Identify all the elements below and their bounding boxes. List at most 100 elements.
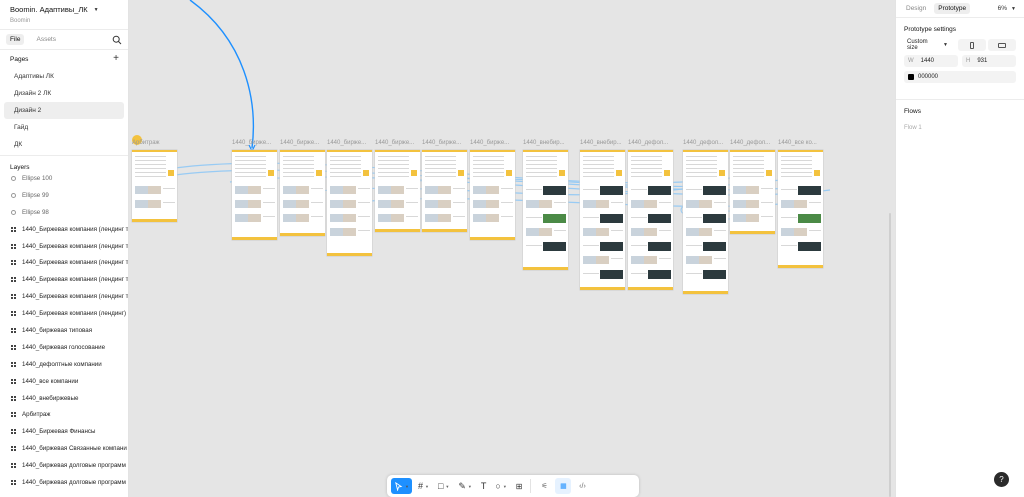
layer-item-ellipse[interactable]: Ellipse 99 [0,187,128,204]
layer-item-frame[interactable]: 1440_Биржевая компания (лендинг т [0,221,128,238]
background-color-value: 000000 [918,74,939,80]
frame-label[interactable]: 1440_внебир... [523,140,565,146]
background-color-field[interactable]: 000000 [904,71,1016,83]
pages-section: Pages + Адаптивы ЛК Дизайн 2 ЛК Дизайн 2… [0,50,128,156]
layer-item-frame[interactable]: 1440_Биржевая Финансы [0,423,128,440]
design-frame[interactable] [327,150,372,256]
layer-item-frame[interactable]: 1440_Биржевая компания (лендинг т [0,288,128,305]
design-frame[interactable] [422,150,467,232]
chevron-down-icon[interactable]: ▼ [94,7,99,13]
code-icon: ‹/› [579,482,586,490]
project-header[interactable]: Boomin. Адаптивы_ЛК ▼ Boomin [0,0,128,30]
properties-tabs: Design Prototype 6% ▼ [896,0,1024,18]
color-swatch[interactable] [908,74,914,80]
frame-icon [10,429,17,435]
pen-tool-button[interactable]: ✎ ▼ [455,478,475,494]
layer-item-frame[interactable]: 1440_биржевая долговые программ [0,474,128,491]
page-item-selected[interactable]: Дизайн 2 [4,102,124,119]
design-frame[interactable] [778,150,823,268]
tab-file[interactable]: File [6,34,25,45]
portrait-button[interactable] [958,39,986,51]
layer-label: 1440_Биржевая компания (лендинг) [22,310,127,318]
chevron-down-icon[interactable]: ▼ [468,484,472,489]
design-frame[interactable] [470,150,515,240]
frame-label[interactable]: 1440_дефол... [730,140,770,146]
frame-icon [10,412,17,418]
frame-label[interactable]: Арбитраж [132,140,160,146]
page-item[interactable]: Адаптивы ЛК [4,68,124,85]
comment-tool-button[interactable]: ○ ▼ [492,478,509,494]
page-item[interactable]: Дизайн 2 ЛК [4,85,124,102]
draw-mode-button[interactable]: ⚟ [536,478,552,494]
frame-label[interactable]: 1440_бирже... [232,140,271,146]
layer-item-frame[interactable]: 1440_Биржевая компания (лендинг т [0,254,128,271]
device-select[interactable]: Custom size ▼ [904,39,948,51]
shape-tool-button[interactable]: □ ▼ [435,478,452,494]
project-title[interactable]: Boomin. Адаптивы_ЛК [10,5,88,14]
design-frame[interactable] [132,150,177,222]
frame-label[interactable]: 1440_бирже... [422,140,461,146]
landscape-icon [998,42,1006,48]
zoom-control[interactable]: 6% ▼ [998,5,1016,12]
text-tool-button[interactable]: T [478,478,490,494]
add-page-icon[interactable]: + [113,54,119,64]
frame-label[interactable]: 1440_все ко... [778,140,817,146]
tab-prototype[interactable]: Prototype [934,3,971,14]
layer-item-frame[interactable]: 1440_дефолтные компании [0,356,128,373]
page-item[interactable]: ДК [4,136,124,153]
layer-item-frame[interactable]: Арбитраж [0,406,128,423]
design-frame[interactable] [523,150,568,270]
tab-assets[interactable]: Assets [32,34,60,45]
frame-label[interactable]: 1440_бирже... [375,140,414,146]
design-frame[interactable] [730,150,775,234]
ellipse-icon [10,192,17,198]
layer-item-ellipse[interactable]: Ellipse 100 [0,170,128,187]
landscape-button[interactable] [988,39,1016,51]
layer-item-frame[interactable]: 1440_биржевая голосование [0,339,128,356]
design-frame[interactable] [580,150,625,290]
help-button[interactable]: ? [994,472,1009,487]
layer-item-frame[interactable]: 1440_биржевая долговые программ [0,457,128,474]
frame-label[interactable]: 1440_бирже... [280,140,319,146]
canvas-scrollbar[interactable] [889,213,891,497]
page-item[interactable]: Гайд [4,119,124,136]
search-icon[interactable] [112,35,122,45]
layer-item-ellipse[interactable]: Ellipse 98 [0,204,128,221]
dev-mode-button[interactable]: ‹/› [574,478,590,494]
team-name: Boomin [10,18,31,24]
layer-item-frame[interactable]: 1440_внебиржевые [0,390,128,407]
tab-design[interactable]: Design [902,3,930,14]
connector-arrow [189,0,255,149]
chevron-down-icon[interactable]: ▼ [503,484,507,489]
layer-item-frame[interactable]: 1440_биржевая Связанные компани [0,440,128,457]
layer-item-frame[interactable]: 1440_Биржевая компания (лендинг т [0,238,128,255]
frame-icon [10,446,17,452]
layer-item-frame[interactable]: 1440_биржевая типовая [0,322,128,339]
frame-tool-button[interactable]: # ▼ [415,478,432,494]
design-mode-button[interactable]: ▦ [555,478,572,494]
design-frame[interactable] [628,150,673,290]
layer-item-frame[interactable]: 1440_все компании [0,373,128,390]
flow-item[interactable]: Flow 1 [904,125,1016,131]
chevron-down-icon[interactable]: ▼ [445,484,449,489]
move-tool-button[interactable]: ▼ [391,478,412,494]
frame-label[interactable]: 1440_бирже... [470,140,509,146]
chevron-down-icon[interactable]: ▼ [405,484,409,489]
design-frame[interactable] [375,150,420,232]
frame-label[interactable]: 1440_дефол... [628,140,668,146]
width-field[interactable]: W 1440 [904,55,958,67]
design-frame[interactable] [683,150,728,294]
height-field[interactable]: H 931 [962,55,1016,67]
design-frame[interactable] [232,150,277,240]
layer-label: 1440_Биржевая компания (лендинг т [22,276,128,284]
frame-label[interactable]: 1440_внебир... [580,140,622,146]
design-frame[interactable] [280,150,325,236]
layer-item-frame[interactable]: 1440_Биржевая компания (лендинг) [0,305,128,322]
frame-label[interactable]: 1440_бирже... [327,140,366,146]
chevron-down-icon[interactable]: ▼ [425,484,429,489]
canvas[interactable]: Арбитраж 1440_бирже... 1440_бирже... 1440_б… [130,0,895,497]
design-mode-icon: ▦ [560,483,567,490]
frame-label[interactable]: 1440_дефол... [683,140,723,146]
layer-item-frame[interactable]: 1440_Биржевая компания (лендинг т [0,271,128,288]
components-tool-button[interactable]: ⊞ [513,478,526,494]
